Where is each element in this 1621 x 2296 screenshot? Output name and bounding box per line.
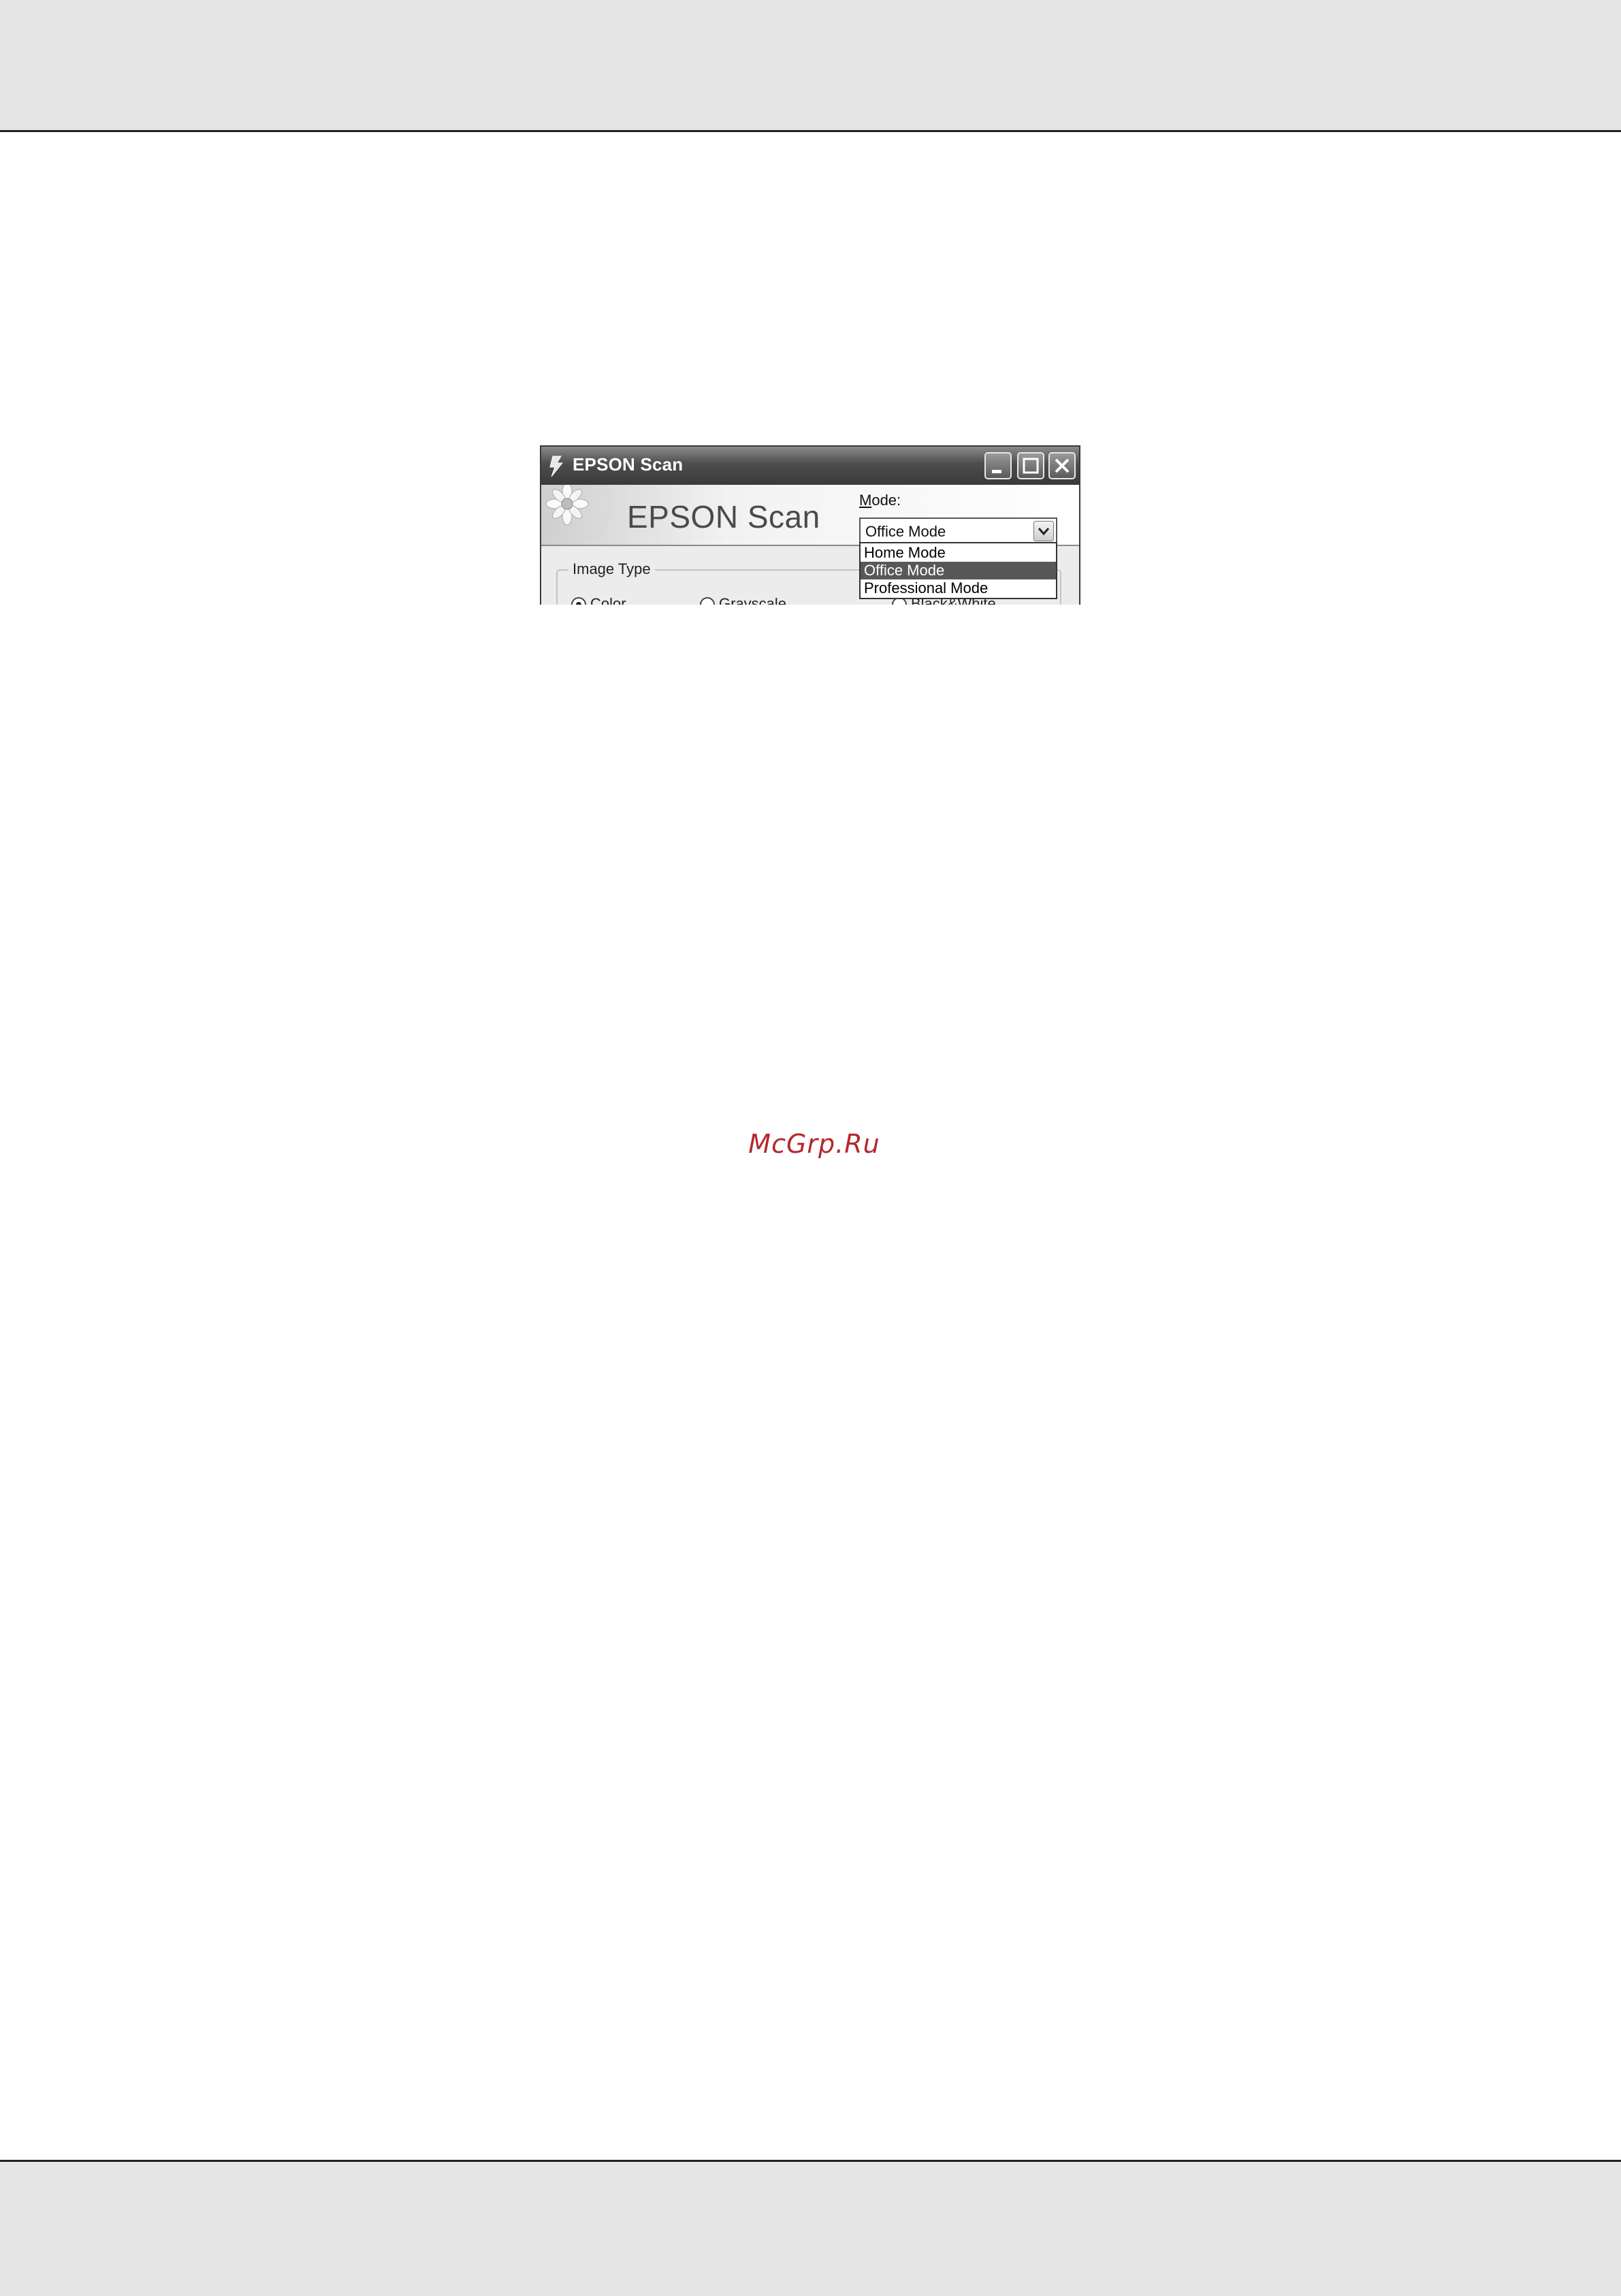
maximize-button[interactable] [1017, 452, 1044, 479]
minimize-button[interactable] [984, 452, 1012, 479]
brand-title: EPSON Scan [627, 499, 820, 535]
page-header-band [0, 0, 1621, 132]
mode-select-value: Office Mode [865, 523, 946, 540]
option-home-mode[interactable]: Home Mode [861, 544, 1056, 562]
banner: EPSON Scan Mode: Office Mode [541, 485, 1079, 546]
radio-color[interactable]: Color [571, 595, 626, 605]
close-icon [1055, 458, 1070, 473]
scanner-icon [547, 453, 565, 478]
chevron-down-icon [1038, 528, 1050, 536]
epson-scan-screenshot: EPSON Scan EPSON Scan Mode: Office Mode … [540, 445, 1080, 605]
radio-dot [700, 597, 715, 605]
mode-select[interactable]: Office Mode [859, 517, 1057, 545]
option-professional-mode[interactable]: Professional Mode [861, 579, 1056, 597]
page-footer-band [0, 2160, 1621, 2296]
title-bar[interactable]: EPSON Scan [541, 447, 1079, 485]
radio-dot-selected [571, 597, 586, 605]
option-office-mode[interactable]: Office Mode [861, 562, 1056, 579]
mode-label: Mode: [859, 492, 901, 509]
dropdown-button[interactable] [1033, 521, 1054, 541]
watermark-text: McGrp.Ru [748, 1129, 880, 1159]
close-button[interactable] [1048, 452, 1076, 479]
maximize-icon [1023, 458, 1039, 474]
window-title: EPSON Scan [573, 454, 684, 475]
epson-scan-window: EPSON Scan EPSON Scan Mode: Office Mode … [540, 445, 1080, 605]
mode-dropdown-list: Home Mode Office Mode Professional Mode [859, 542, 1057, 599]
minimize-icon [992, 470, 1001, 473]
image-type-title: Image Type [568, 560, 655, 578]
flower-logo [545, 485, 611, 545]
radio-grayscale[interactable]: Grayscale [700, 595, 786, 605]
